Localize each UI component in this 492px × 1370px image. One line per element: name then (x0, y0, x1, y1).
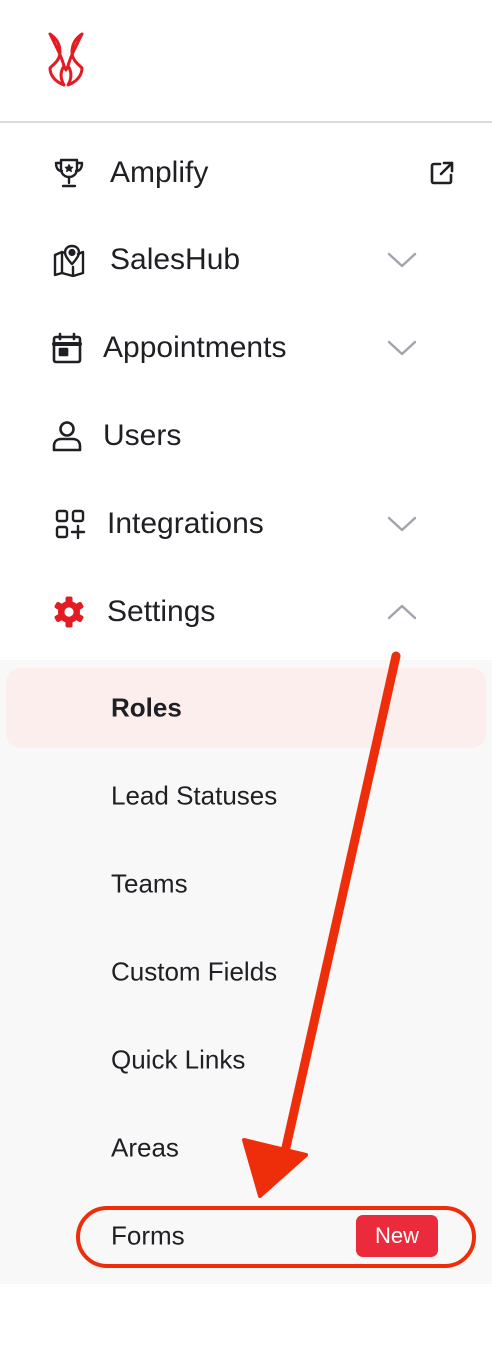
chevron-down-icon[interactable] (386, 514, 418, 534)
nav-label-integrations: Integrations (107, 507, 264, 540)
nav-label-appointments: Appointments (103, 331, 287, 364)
fox-logo-icon[interactable] (46, 30, 86, 88)
apps-add-icon (55, 509, 86, 540)
submenu-label-roles: Roles (111, 692, 182, 723)
chevron-down-icon[interactable] (386, 338, 418, 358)
submenu-label-teams: Teams (111, 868, 188, 899)
nav-item-appointments[interactable]: Appointments (0, 304, 492, 392)
nav-item-integrations[interactable]: Integrations (0, 480, 492, 568)
submenu-item-teams[interactable]: Teams (0, 844, 492, 924)
nav-label-amplify: Amplify (110, 156, 209, 189)
calendar-icon (52, 332, 82, 364)
nav-label-settings: Settings (107, 595, 216, 628)
submenu-label-custom-fields: Custom Fields (111, 956, 278, 987)
nav-label-users: Users (103, 419, 182, 452)
map-pin-icon (53, 244, 85, 277)
sidebar-header (0, 0, 492, 123)
gear-icon (54, 596, 84, 628)
nav-item-users[interactable]: Users (0, 392, 492, 480)
trophy-icon (54, 158, 84, 188)
nav-item-settings[interactable]: Settings (0, 568, 492, 656)
submenu-item-custom-fields[interactable]: Custom Fields (0, 932, 492, 1012)
user-icon (52, 421, 82, 452)
submenu-item-quick-links[interactable]: Quick Links (0, 1020, 492, 1100)
submenu-item-areas[interactable]: Areas (0, 1108, 492, 1188)
nav-item-amplify[interactable]: Amplify (0, 129, 492, 217)
submenu-label-lead-statuses: Lead Statuses (111, 780, 278, 811)
nav-item-saleshub[interactable]: SalesHub (0, 216, 492, 304)
chevron-down-icon[interactable] (386, 250, 418, 270)
external-link-icon[interactable] (428, 159, 456, 187)
submenu-label-areas: Areas (111, 1132, 179, 1163)
submenu-item-lead-statuses[interactable]: Lead Statuses (0, 756, 492, 836)
chevron-up-icon[interactable] (386, 602, 418, 622)
nav-label-saleshub: SalesHub (110, 243, 241, 276)
forms-highlight-outline (76, 1206, 476, 1268)
settings-submenu: Roles Lead Statuses Teams Custom Fields … (0, 660, 492, 1284)
submenu-label-quick-links: Quick Links (111, 1044, 246, 1075)
submenu-item-roles[interactable]: Roles (6, 668, 486, 748)
